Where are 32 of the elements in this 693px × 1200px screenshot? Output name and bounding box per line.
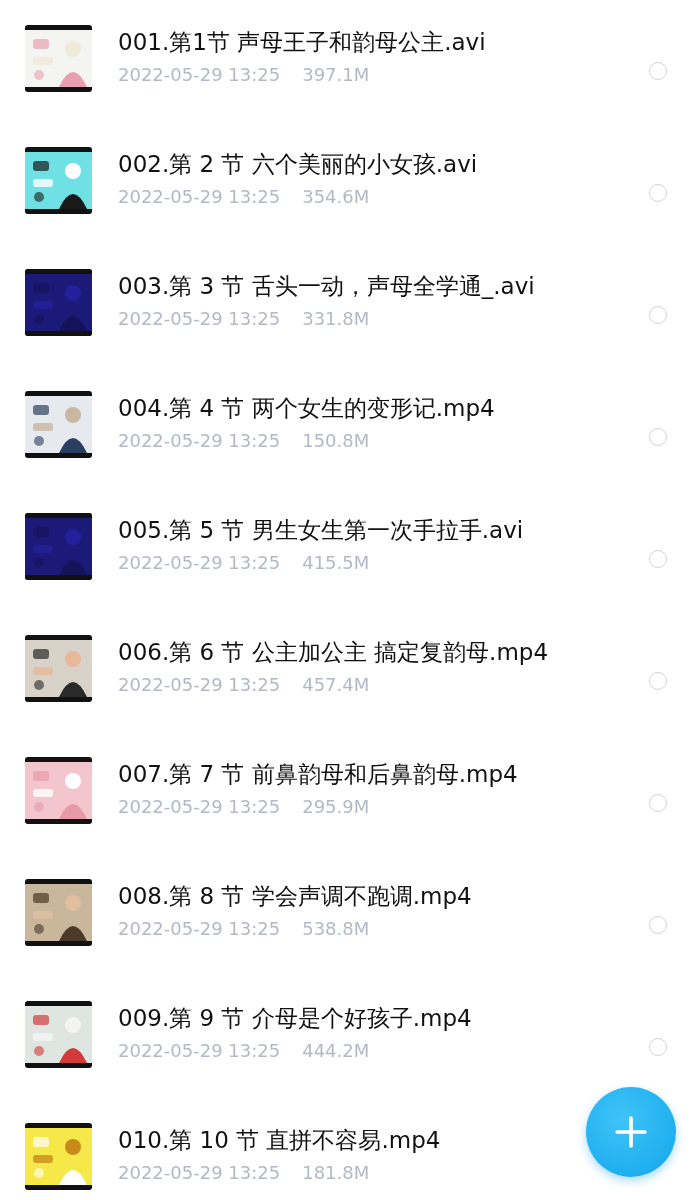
- file-name: 009.第 9 节 介母是个好孩子.mp4: [118, 1004, 472, 1033]
- file-name: 001.第1节 声母王子和韵母公主.avi: [118, 28, 486, 57]
- file-date: 2022-05-29 13:25: [118, 64, 281, 85]
- file-name: 002.第 2 节 六个美丽的小女孩.avi: [118, 150, 478, 179]
- file-name: 008.第 8 节 学会声调不跑调.mp4: [118, 882, 472, 911]
- file-size: 444.2M: [302, 1040, 370, 1061]
- file-size: 538.8M: [302, 918, 370, 939]
- file-date: 2022-05-29 13:25: [118, 186, 281, 207]
- file-date: 2022-05-29 13:25: [118, 308, 281, 329]
- file-name: 003.第 3 节 舌头一动，声母全学通_.avi: [118, 272, 535, 301]
- file-date: 2022-05-29 13:25: [118, 1162, 281, 1183]
- add-button[interactable]: [586, 1087, 676, 1177]
- file-date: 2022-05-29 13:25: [118, 918, 281, 939]
- file-date: 2022-05-29 13:25: [118, 430, 281, 451]
- file-date: 2022-05-29 13:25: [118, 552, 281, 573]
- file-date: 2022-05-29 13:25: [118, 674, 281, 695]
- file-name: 007.第 7 节 前鼻韵母和后鼻韵母.mp4: [118, 760, 518, 789]
- file-size: 457.4M: [302, 674, 370, 695]
- file-size: 354.6M: [302, 186, 370, 207]
- file-name: 004.第 4 节 两个女生的变形记.mp4: [118, 394, 495, 423]
- file-size: 415.5M: [302, 552, 370, 573]
- file-size: 331.8M: [302, 308, 370, 329]
- file-size: 397.1M: [302, 64, 370, 85]
- file-size: 150.8M: [302, 430, 370, 451]
- file-name: 005.第 5 节 男生女生第一次手拉手.avi: [118, 516, 524, 545]
- file-date: 2022-05-29 13:25: [118, 796, 281, 817]
- file-size: 295.9M: [302, 796, 370, 817]
- file-name: 006.第 6 节 公主加公主 搞定复韵母.mp4: [118, 638, 549, 667]
- file-size: 181.8M: [302, 1162, 370, 1183]
- file-name: 010.第 10 节 直拼不容易.mp4: [118, 1126, 441, 1155]
- file-date: 2022-05-29 13:25: [118, 1040, 281, 1061]
- plus-icon: [614, 1115, 648, 1149]
